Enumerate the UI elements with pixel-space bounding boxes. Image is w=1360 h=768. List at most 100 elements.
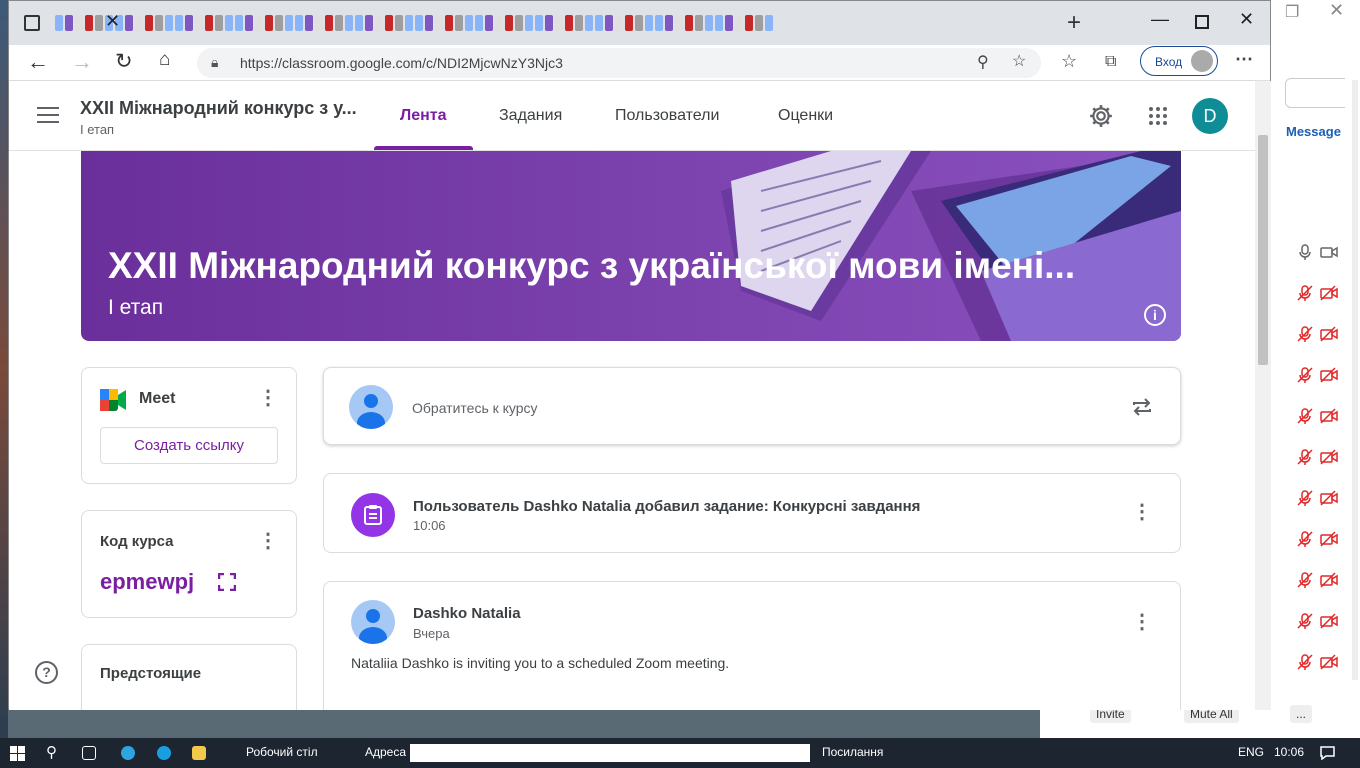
- forward-icon[interactable]: →: [71, 49, 93, 75]
- info-icon[interactable]: i: [1144, 304, 1166, 326]
- tab-close-icon[interactable]: ✕: [105, 11, 120, 32]
- tab-favicon[interactable]: [715, 15, 723, 31]
- tab-favicon[interactable]: [175, 15, 183, 31]
- tab-favicon[interactable]: [345, 15, 353, 31]
- assignment-more-icon[interactable]: ⋮: [1132, 502, 1152, 522]
- help-icon[interactable]: ?: [35, 661, 58, 684]
- tab-favicon[interactable]: [495, 15, 503, 31]
- tab-favicon[interactable]: [595, 15, 603, 31]
- tab-favicon[interactable]: [555, 15, 563, 31]
- share-with-class-box[interactable]: Обратитесь к курсу: [323, 367, 1181, 445]
- tab-favicon[interactable]: [185, 15, 193, 31]
- collections-icon[interactable]: ⧉: [1105, 53, 1116, 71]
- tab-favicon[interactable]: [395, 15, 403, 31]
- tab-favicon[interactable]: [625, 15, 633, 31]
- reload-icon[interactable]: ↻: [115, 49, 133, 74]
- tab-favicon[interactable]: [315, 15, 323, 31]
- tab-favicon[interactable]: [225, 15, 233, 31]
- tab-favicon[interactable]: [605, 15, 613, 31]
- home-icon[interactable]: ⌂: [159, 49, 170, 71]
- tab-favicon[interactable]: [335, 15, 343, 31]
- participant-search-input[interactable]: [1285, 78, 1345, 108]
- assignment-post[interactable]: Пользователь Dashko Natalia добавил зада…: [323, 473, 1181, 553]
- taskbar-address-input[interactable]: [410, 744, 810, 762]
- notifications-icon[interactable]: [1320, 746, 1335, 760]
- tab-favicon[interactable]: [365, 15, 373, 31]
- tab-classwork[interactable]: Задания: [499, 107, 562, 125]
- task-view-icon[interactable]: [82, 746, 96, 760]
- tab-favicon[interactable]: [325, 15, 333, 31]
- favorites-icon[interactable]: ☆: [1061, 51, 1077, 72]
- restore-icon[interactable]: ❐: [1285, 2, 1299, 22]
- add-favorite-icon[interactable]: ☆: [1012, 51, 1026, 71]
- tab-favicon[interactable]: [645, 15, 653, 31]
- tab-favicon[interactable]: [375, 15, 383, 31]
- meet-more-icon[interactable]: ⋮: [258, 388, 278, 408]
- scrollbar-thumb[interactable]: [1258, 135, 1268, 365]
- assignment-title[interactable]: Пользователь Dashko Natalia добавил зада…: [413, 498, 920, 515]
- repost-icon[interactable]: [1130, 395, 1154, 419]
- tab-favicon[interactable]: [725, 15, 733, 31]
- tab-favicon[interactable]: [765, 15, 773, 31]
- tab-favicon[interactable]: [705, 15, 713, 31]
- tab-favicon[interactable]: [425, 15, 433, 31]
- tab-favicon[interactable]: [655, 15, 663, 31]
- post-more-icon[interactable]: ⋮: [1132, 612, 1152, 632]
- more-menu-icon[interactable]: ⋯: [1235, 49, 1253, 70]
- tab-favicon[interactable]: [355, 15, 363, 31]
- class-code-more-icon[interactable]: ⋮: [258, 531, 278, 551]
- tab-favicon[interactable]: [405, 15, 413, 31]
- tab-people[interactable]: Пользователи: [615, 107, 719, 125]
- new-tab-icon[interactable]: +: [1067, 9, 1081, 37]
- tab-favicon[interactable]: [435, 15, 443, 31]
- page-scrollbar[interactable]: [1255, 81, 1271, 710]
- tab-favicon[interactable]: [85, 15, 93, 31]
- maximize-icon[interactable]: [1195, 15, 1209, 29]
- tab-favicon[interactable]: [55, 15, 63, 31]
- fullscreen-icon[interactable]: [218, 573, 236, 591]
- tab-favicon[interactable]: [635, 15, 643, 31]
- tab-favicon[interactable]: [445, 15, 453, 31]
- course-title[interactable]: XXII Міжнародний конкурс з у...: [80, 98, 357, 119]
- tab-favicon[interactable]: [675, 15, 683, 31]
- tab-favicon[interactable]: [415, 15, 423, 31]
- settings-icon[interactable]: [1088, 103, 1114, 129]
- zoom-scrollbar[interactable]: [1352, 80, 1358, 680]
- more-button[interactable]: ...: [1290, 705, 1313, 723]
- tab-favicon[interactable]: [215, 15, 223, 31]
- tab-favicon[interactable]: [745, 15, 753, 31]
- address-bar[interactable]: 🔒︎ https://classroom.google.com/c/NDI2Mj…: [197, 48, 1041, 78]
- zoom-icon[interactable]: ⚲: [977, 52, 989, 72]
- tab-favicon[interactable]: [145, 15, 153, 31]
- url-text[interactable]: https://classroom.google.com/c/NDI2MjcwN…: [240, 55, 563, 71]
- tab-favicon[interactable]: [125, 15, 133, 31]
- login-button[interactable]: Вход: [1140, 46, 1218, 76]
- clock[interactable]: 10:06: [1274, 745, 1304, 759]
- tab-favicon[interactable]: [585, 15, 593, 31]
- apps-grid-icon[interactable]: [1148, 106, 1168, 126]
- tab-favicon[interactable]: [205, 15, 213, 31]
- tab-favicon[interactable]: [505, 15, 513, 31]
- tab-favicon[interactable]: [695, 15, 703, 31]
- tab-strip[interactable]: [55, 15, 1055, 35]
- close-window-icon[interactable]: ✕: [1239, 9, 1254, 30]
- tab-favicon[interactable]: [75, 15, 83, 31]
- tab-favicon[interactable]: [135, 15, 143, 31]
- minimize-icon[interactable]: —: [1151, 9, 1169, 30]
- tab-favicon[interactable]: [485, 15, 493, 31]
- tab-favicon[interactable]: [665, 15, 673, 31]
- tab-favicon[interactable]: [615, 15, 623, 31]
- message-link[interactable]: Message: [1286, 124, 1341, 139]
- tab-favicon[interactable]: [735, 15, 743, 31]
- tab-favicon[interactable]: [295, 15, 303, 31]
- close-icon[interactable]: ✕: [1329, 0, 1344, 21]
- tab-favicon[interactable]: [455, 15, 463, 31]
- links-toolbar-label[interactable]: Посилання: [822, 745, 883, 759]
- search-icon[interactable]: ⚲: [46, 743, 57, 761]
- tab-favicon[interactable]: [255, 15, 263, 31]
- tab-stream[interactable]: Лента: [400, 107, 447, 125]
- main-menu-icon[interactable]: [37, 107, 59, 123]
- tab-favicon[interactable]: [465, 15, 473, 31]
- tab-favicon[interactable]: [685, 15, 693, 31]
- tab-favicon[interactable]: [235, 15, 243, 31]
